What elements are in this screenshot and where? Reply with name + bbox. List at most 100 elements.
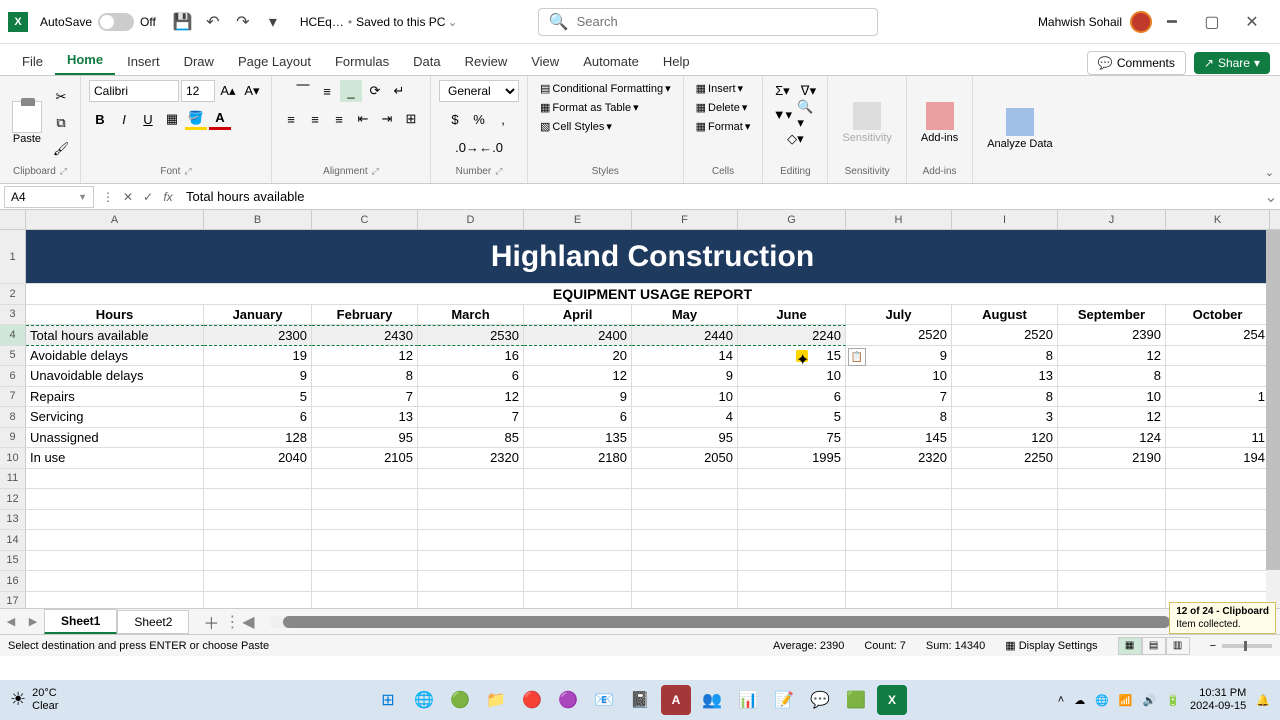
row-header-8[interactable]: 8 bbox=[0, 407, 26, 428]
empty-cell[interactable] bbox=[738, 551, 846, 572]
row-header-14[interactable]: 14 bbox=[0, 530, 26, 551]
empty-cell[interactable] bbox=[952, 510, 1058, 531]
redo-icon[interactable]: ↷ bbox=[232, 11, 254, 33]
horizontal-scrollbar[interactable] bbox=[269, 616, 1270, 628]
saved-status[interactable]: Saved to this PC bbox=[356, 15, 445, 29]
empty-cell[interactable] bbox=[738, 489, 846, 510]
clock-time[interactable]: 10:31 PM bbox=[1190, 687, 1246, 700]
row-label-cell[interactable]: Total hours available bbox=[26, 325, 204, 346]
sheet-options-icon[interactable]: ⋮ bbox=[223, 612, 241, 632]
row-label-cell[interactable]: Repairs bbox=[26, 387, 204, 408]
page-layout-view-icon[interactable]: ▤ bbox=[1142, 637, 1166, 655]
empty-cell[interactable] bbox=[738, 592, 846, 609]
row-header-17[interactable]: 17 bbox=[0, 592, 26, 609]
paste-options-icon[interactable]: 📋 bbox=[848, 348, 866, 366]
empty-cell[interactable] bbox=[418, 571, 524, 592]
excel-taskbar-icon[interactable]: X bbox=[877, 685, 907, 715]
zoom-slider[interactable] bbox=[1222, 644, 1272, 648]
collapse-ribbon-icon[interactable]: ⌄ bbox=[1265, 166, 1274, 179]
format-as-table-button[interactable]: ▦Format as Table ▾ bbox=[536, 99, 643, 116]
row-header-6[interactable]: 6 bbox=[0, 366, 26, 387]
sheet-tab-1[interactable]: Sheet1 bbox=[44, 609, 117, 634]
column-header-A[interactable]: A bbox=[26, 210, 204, 229]
copy-icon[interactable]: ⧉ bbox=[50, 112, 72, 134]
empty-cell[interactable] bbox=[846, 551, 952, 572]
data-cell[interactable]: 2520 bbox=[952, 325, 1058, 346]
empty-cell[interactable] bbox=[418, 510, 524, 531]
increase-decimal-icon[interactable]: .0→ bbox=[456, 136, 478, 158]
expand-formula-bar-icon[interactable]: ⌄ bbox=[1262, 187, 1280, 207]
tab-draw[interactable]: Draw bbox=[172, 48, 226, 75]
empty-cell[interactable] bbox=[1058, 592, 1166, 609]
empty-cell[interactable] bbox=[1058, 571, 1166, 592]
data-cell[interactable]: 2050 bbox=[632, 448, 738, 469]
empty-cell[interactable] bbox=[952, 469, 1058, 490]
smart-tag-icon[interactable]: ✦ bbox=[796, 350, 808, 362]
edge-icon[interactable]: 🌐 bbox=[409, 685, 439, 715]
data-cell[interactable]: 2240 bbox=[738, 325, 846, 346]
empty-cell[interactable] bbox=[632, 510, 738, 531]
insert-cells-button[interactable]: ▦Insert ▾ bbox=[692, 80, 747, 97]
share-button[interactable]: ↗ Share ▾ bbox=[1194, 52, 1270, 74]
empty-cell[interactable] bbox=[312, 530, 418, 551]
clipboard-launcher-icon[interactable]: ⤢ bbox=[60, 166, 67, 177]
teams-icon[interactable]: 👥 bbox=[697, 685, 727, 715]
row-header-3[interactable]: 3 bbox=[0, 305, 26, 326]
row-header-16[interactable]: 16 bbox=[0, 571, 26, 592]
empty-cell[interactable] bbox=[1058, 530, 1166, 551]
addins-button[interactable]: Add-ins bbox=[915, 98, 964, 148]
data-cell[interactable] bbox=[1166, 366, 1270, 387]
fill-icon[interactable]: ▼▾ bbox=[771, 104, 793, 126]
header-cell[interactable]: Hours bbox=[26, 305, 204, 326]
column-header-B[interactable]: B bbox=[204, 210, 312, 229]
empty-cell[interactable] bbox=[1166, 571, 1270, 592]
format-cells-button[interactable]: ▦Format ▾ bbox=[692, 118, 755, 135]
empty-cell[interactable] bbox=[204, 530, 312, 551]
data-cell[interactable]: 15 bbox=[738, 346, 846, 367]
zoom-out-icon[interactable]: − bbox=[1210, 640, 1216, 652]
empty-cell[interactable] bbox=[1166, 530, 1270, 551]
empty-cell[interactable] bbox=[738, 530, 846, 551]
empty-cell[interactable] bbox=[312, 592, 418, 609]
clipboard-toast[interactable]: 12 of 24 - Clipboard Item collected. bbox=[1169, 602, 1276, 634]
data-cell[interactable]: 6 bbox=[524, 407, 632, 428]
data-cell[interactable]: 2320 bbox=[846, 448, 952, 469]
comments-button[interactable]: 💬 Comments bbox=[1087, 51, 1186, 75]
cut-icon[interactable]: ✂ bbox=[50, 86, 72, 108]
empty-cell[interactable] bbox=[952, 530, 1058, 551]
fill-color-icon[interactable]: 🪣 bbox=[185, 108, 207, 130]
data-cell[interactable]: 2440 bbox=[632, 325, 738, 346]
data-cell[interactable]: 9 bbox=[632, 366, 738, 387]
empty-cell[interactable] bbox=[1166, 551, 1270, 572]
tab-file[interactable]: File bbox=[10, 48, 55, 75]
empty-cell[interactable] bbox=[26, 530, 204, 551]
underline-button[interactable]: U bbox=[137, 108, 159, 130]
column-header-J[interactable]: J bbox=[1058, 210, 1166, 229]
empty-cell[interactable] bbox=[1166, 489, 1270, 510]
empty-cell[interactable] bbox=[204, 551, 312, 572]
empty-cell[interactable] bbox=[524, 571, 632, 592]
empty-cell[interactable] bbox=[26, 551, 204, 572]
data-cell[interactable]: 8 bbox=[952, 387, 1058, 408]
italic-button[interactable]: I bbox=[113, 108, 135, 130]
empty-cell[interactable] bbox=[846, 571, 952, 592]
borders-icon[interactable]: ▦ bbox=[161, 108, 183, 130]
empty-cell[interactable] bbox=[312, 571, 418, 592]
name-box[interactable]: A4▼ bbox=[4, 186, 94, 208]
empty-cell[interactable] bbox=[952, 571, 1058, 592]
vscroll-thumb[interactable] bbox=[1266, 230, 1280, 570]
customize-qat-icon[interactable]: ▾ bbox=[262, 11, 284, 33]
access-icon[interactable]: A bbox=[661, 685, 691, 715]
delete-cells-button[interactable]: ▦Delete ▾ bbox=[692, 99, 752, 116]
header-cell[interactable]: October bbox=[1166, 305, 1270, 326]
tab-data[interactable]: Data bbox=[401, 48, 452, 75]
enter-formula-icon[interactable]: ✓ bbox=[138, 190, 158, 204]
notifications-icon[interactable]: 🔔 bbox=[1256, 694, 1270, 707]
language-icon[interactable]: 🌐 bbox=[1095, 694, 1109, 707]
format-painter-icon[interactable]: 🖌 bbox=[50, 138, 72, 160]
empty-cell[interactable] bbox=[632, 469, 738, 490]
select-all-corner[interactable] bbox=[0, 210, 26, 229]
close-button[interactable]: ✕ bbox=[1232, 6, 1272, 38]
tab-insert[interactable]: Insert bbox=[115, 48, 172, 75]
data-cell[interactable]: 1995 bbox=[738, 448, 846, 469]
